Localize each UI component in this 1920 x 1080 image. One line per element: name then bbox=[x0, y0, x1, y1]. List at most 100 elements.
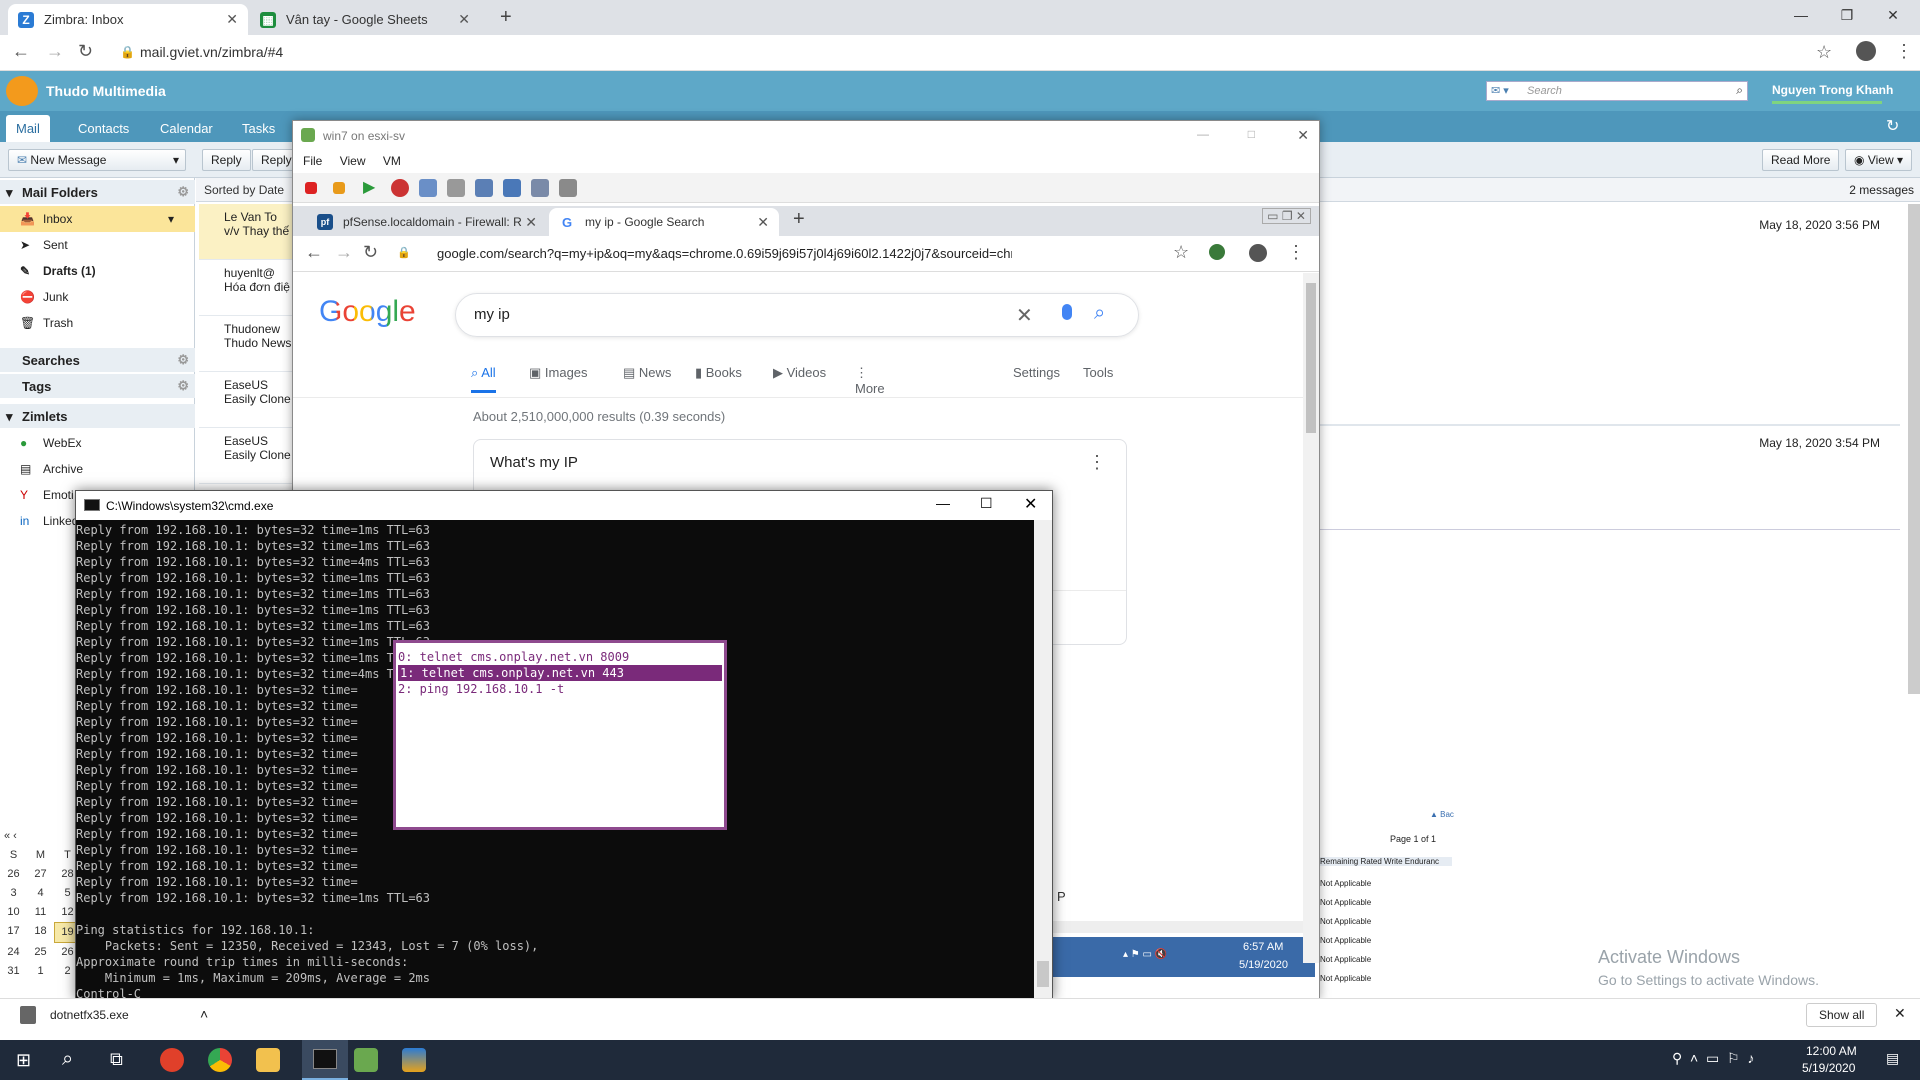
tab-images[interactable]: ▣ Images bbox=[529, 365, 588, 381]
back-icon[interactable]: ← bbox=[305, 242, 323, 263]
microphone-icon[interactable] bbox=[1062, 304, 1072, 320]
download-file[interactable]: dotnetfx35.exe bbox=[50, 1008, 129, 1022]
settings-link[interactable]: Settings bbox=[1013, 365, 1060, 380]
gear-icon[interactable]: ⚙ bbox=[177, 352, 189, 368]
chevron-down-icon[interactable]: ▾ bbox=[173, 153, 179, 167]
reload-icon[interactable]: ↻ bbox=[78, 41, 93, 62]
guest-tray-icons[interactable]: ▴ ⚑ ▭ 🔇 bbox=[1123, 949, 1167, 960]
scrollbar[interactable] bbox=[1908, 204, 1920, 694]
calendar-day[interactable]: 11 bbox=[27, 903, 54, 922]
task-view-icon[interactable]: ⧉ bbox=[110, 1049, 123, 1070]
profile-icon[interactable] bbox=[1856, 41, 1876, 61]
start-icon[interactable]: ⊞ bbox=[16, 1050, 31, 1071]
extension-icon[interactable] bbox=[1209, 244, 1225, 260]
devices-icon[interactable] bbox=[503, 179, 521, 197]
folder-inbox[interactable]: 📥 Inbox ▾ bbox=[0, 206, 195, 232]
minimize-icon[interactable]: — bbox=[936, 495, 950, 511]
notifications-icon[interactable]: ▤ bbox=[1886, 1050, 1899, 1067]
google-search-box[interactable]: my ip ✕ ⌕ bbox=[455, 293, 1139, 337]
close-window-icon[interactable]: ✕ bbox=[1870, 0, 1916, 30]
reload-icon[interactable]: ↻ bbox=[363, 242, 378, 263]
maximize-icon[interactable]: ☐ bbox=[980, 495, 993, 512]
inner-scrollbar[interactable] bbox=[1303, 273, 1319, 963]
tab-calendar[interactable]: Calendar bbox=[150, 115, 223, 142]
calendar-day[interactable]: 10 bbox=[0, 903, 27, 922]
restore-icon[interactable]: ❐ bbox=[1824, 0, 1870, 30]
calendar-day[interactable]: 4 bbox=[27, 884, 54, 903]
zimlet-webex[interactable]: ● WebEx bbox=[0, 430, 195, 456]
tab-tasks[interactable]: Tasks bbox=[232, 115, 285, 142]
menu-kebab-icon[interactable]: ⋮ bbox=[1287, 242, 1305, 263]
calendar-day[interactable]: 25 bbox=[27, 943, 54, 962]
collapse-icon[interactable]: ▾ bbox=[6, 185, 13, 201]
user-name[interactable]: Nguyen Trong Khanh bbox=[1772, 83, 1893, 97]
list-item[interactable]: Thudonew Thudo News bbox=[199, 316, 294, 372]
suspend-icon[interactable] bbox=[333, 182, 345, 194]
list-item[interactable]: huyenlt@ Hóa đơn điệ bbox=[199, 260, 294, 316]
read-more-button[interactable]: Read More bbox=[1762, 149, 1840, 171]
view-button[interactable]: ◉ View ▾ bbox=[1845, 149, 1912, 171]
forward-icon[interactable]: → bbox=[335, 242, 353, 263]
close-icon[interactable]: ✕ bbox=[757, 214, 769, 231]
gear-icon[interactable]: ⚙ bbox=[177, 184, 189, 200]
calendar-day[interactable]: 18 bbox=[27, 922, 54, 943]
close-icon[interactable]: ✕ bbox=[1894, 1005, 1906, 1022]
calendar-nav[interactable]: « ‹ bbox=[0, 828, 82, 846]
inner-window-controls[interactable]: ▭ ❐ ✕ bbox=[1262, 208, 1311, 224]
mail-folders-header[interactable]: ▾ Mail Folders ⚙ bbox=[0, 180, 195, 204]
tab-sheets[interactable]: ▦ Vân tay - Google Sheets ✕ bbox=[250, 4, 480, 35]
scroll-thumb[interactable] bbox=[1306, 283, 1316, 433]
menu-view[interactable]: View bbox=[340, 154, 366, 168]
close-icon[interactable]: ✕ bbox=[525, 214, 537, 231]
cmd-scrollbar[interactable] bbox=[1034, 520, 1052, 1001]
menu-vm[interactable]: VM bbox=[383, 154, 401, 168]
calendar-day[interactable]: 26 bbox=[0, 865, 27, 884]
refresh-icon[interactable]: ↻ bbox=[1886, 116, 1899, 136]
search-icon[interactable]: ⌕ bbox=[1736, 83, 1743, 98]
tray-icons[interactable]: ⚲ ˄ ▭ ⚐ ♪ bbox=[1672, 1050, 1754, 1067]
menu-file[interactable]: File bbox=[303, 154, 322, 168]
cmd-taskbar-button[interactable] bbox=[302, 1040, 348, 1080]
chrome-icon[interactable] bbox=[208, 1048, 232, 1072]
close-icon[interactable]: ✕ bbox=[1297, 127, 1309, 144]
new-tab-icon[interactable]: + bbox=[500, 6, 512, 29]
tab-mail[interactable]: Mail bbox=[6, 115, 50, 142]
calendar-day[interactable]: 17 bbox=[0, 922, 27, 943]
tab-contacts[interactable]: Contacts bbox=[68, 115, 139, 142]
folder-junk[interactable]: ⛔ Junk bbox=[0, 284, 195, 310]
app-icon[interactable] bbox=[160, 1048, 184, 1072]
gear-icon[interactable]: ⚙ bbox=[177, 378, 189, 394]
clear-icon[interactable]: ✕ bbox=[1016, 303, 1033, 328]
scroll-thumb[interactable] bbox=[1037, 961, 1049, 987]
tab-videos[interactable]: ▶ Videos bbox=[773, 365, 826, 381]
stack-app-icon[interactable] bbox=[402, 1048, 426, 1072]
folder-trash[interactable]: 🗑 Trash bbox=[0, 310, 195, 336]
vmware-icon[interactable] bbox=[354, 1048, 378, 1072]
reset-icon[interactable] bbox=[391, 179, 409, 197]
show-all-button[interactable]: Show all bbox=[1806, 1003, 1878, 1027]
forward-icon[interactable]: → bbox=[46, 41, 64, 62]
inner-url-field[interactable]: google.com/search?q=my+ip&oq=my&aqs=chro… bbox=[437, 246, 1012, 261]
calendar-day[interactable]: 3 bbox=[0, 884, 27, 903]
search-icon[interactable]: ⌕ bbox=[62, 1048, 73, 1071]
snapshot-icon[interactable] bbox=[419, 179, 437, 197]
google-logo[interactable]: Google bbox=[319, 295, 416, 329]
tab-news[interactable]: ▤ News bbox=[623, 365, 671, 381]
bookmark-star-icon[interactable]: ☆ bbox=[1173, 242, 1189, 263]
url-field[interactable]: mail.gviet.vn/zimbra/#4 bbox=[140, 44, 283, 60]
sort-header[interactable]: Sorted by Date bbox=[196, 178, 296, 202]
calendar-day[interactable]: 24 bbox=[0, 943, 27, 962]
revert-icon[interactable] bbox=[447, 179, 465, 197]
history-item[interactable]: 1: telnet cms.onplay.net.vn 443 bbox=[398, 665, 722, 681]
back-icon[interactable]: ← bbox=[12, 41, 30, 62]
history-item[interactable]: 0: telnet cms.onplay.net.vn 8009 bbox=[396, 649, 724, 665]
tab-all[interactable]: ⌕ All bbox=[471, 365, 496, 393]
minimize-icon[interactable]: — bbox=[1197, 127, 1209, 141]
zimlet-archive[interactable]: ▤ Archive bbox=[0, 456, 195, 482]
searches-header[interactable]: Searches ⚙ bbox=[0, 348, 195, 372]
search-icon[interactable]: ⌕ bbox=[1094, 302, 1105, 325]
folder-sent[interactable]: ➤ Sent bbox=[0, 232, 195, 258]
calendar-day[interactable]: 31 bbox=[0, 962, 27, 981]
bookmark-star-icon[interactable]: ☆ bbox=[1816, 42, 1832, 63]
tools-link[interactable]: Tools bbox=[1083, 365, 1113, 380]
